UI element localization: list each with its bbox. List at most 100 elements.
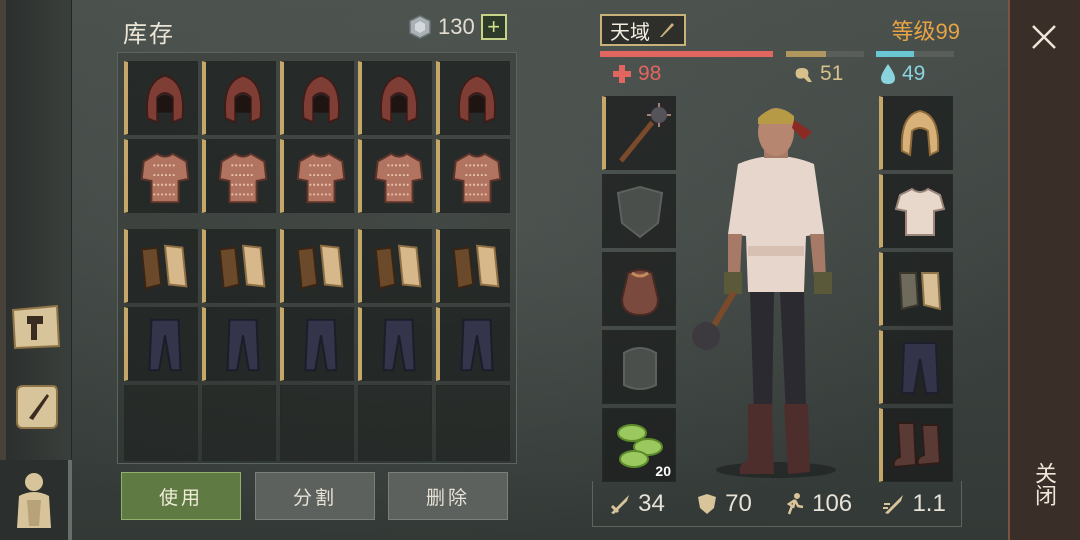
add-currency-button[interactable]: + — [480, 14, 507, 40]
crafting-tab[interactable] — [0, 292, 72, 362]
weapon-slot[interactable] — [602, 96, 676, 170]
delete-button[interactable]: 删除 — [388, 472, 508, 520]
armor-shield-icon — [698, 493, 717, 514]
attack-speed-value: 1.1 — [912, 489, 946, 517]
inventory-slot[interactable] — [436, 229, 510, 303]
empty-inventory-slot[interactable] — [124, 385, 198, 461]
inventory-slot[interactable] — [358, 229, 432, 303]
inventory-slot[interactable] — [358, 307, 432, 381]
inventory-slot[interactable] — [436, 307, 510, 381]
attack-speed-stat: 1.1 — [882, 489, 946, 518]
health-value: 98 — [638, 62, 662, 85]
food-bar-fill — [786, 51, 826, 57]
empty-inventory-slot[interactable] — [358, 385, 432, 461]
inventory-slot[interactable] — [202, 307, 276, 381]
close-label[interactable]: 关闭 — [1030, 462, 1060, 506]
inventory-slot[interactable] — [280, 61, 354, 135]
empty-inventory-slot[interactable] — [202, 385, 276, 461]
use-button[interactable]: 使用 — [121, 472, 241, 520]
attack-value: 34 — [638, 489, 665, 517]
character-model — [692, 108, 836, 478]
chainmail-shirt-icon — [218, 152, 268, 204]
water-stat: 49 — [880, 62, 925, 86]
inventory-slot[interactable] — [436, 61, 510, 135]
hood-icon — [900, 109, 940, 157]
hands-slot[interactable] — [879, 252, 953, 326]
character-name: 天域 — [610, 21, 650, 44]
currency-display: 130 + — [408, 14, 507, 40]
health-stat: 98 — [612, 62, 661, 86]
leather-gloves-icon — [218, 244, 266, 290]
close-panel[interactable] — [1008, 0, 1080, 540]
backpack-placeholder-icon — [623, 347, 657, 390]
legs-slot[interactable] — [879, 330, 953, 404]
gloves-icon — [898, 272, 942, 311]
food-bar — [786, 51, 864, 57]
attack-stat: 34 — [608, 490, 665, 518]
linen-shirt-icon — [894, 187, 946, 236]
water-bar — [876, 51, 954, 57]
health-cross-icon — [613, 65, 631, 83]
dark-pants-icon — [382, 318, 416, 372]
pouch-slot[interactable] — [602, 252, 676, 326]
inventory-slot[interactable] — [280, 307, 354, 381]
chest-slot[interactable] — [879, 174, 953, 248]
speed-value: 106 — [812, 489, 853, 517]
inventory-slot[interactable] — [124, 139, 198, 213]
inventory-slot[interactable] — [358, 61, 432, 135]
inventory-slot[interactable] — [202, 229, 276, 303]
head-slot[interactable] — [879, 96, 953, 170]
shield-slot[interactable] — [602, 174, 676, 248]
chainmail-shirt-icon — [452, 152, 502, 204]
hood-icon — [224, 74, 262, 124]
water-drop-icon — [881, 64, 895, 84]
leather-gloves-icon — [452, 244, 500, 290]
empty-inventory-slot[interactable] — [436, 385, 510, 461]
hood-icon — [458, 74, 496, 124]
inventory-slot[interactable] — [202, 139, 276, 213]
pouch-icon — [620, 269, 660, 317]
leather-gloves-icon — [140, 244, 188, 290]
hammer-map-icon — [11, 304, 61, 350]
inventory-slot[interactable] — [124, 307, 198, 381]
character-tab[interactable] — [0, 460, 72, 540]
leather-gloves-icon — [296, 244, 344, 290]
inventory-title: 库存 — [123, 21, 175, 48]
inventory-slot[interactable] — [124, 61, 198, 135]
dark-pants-icon — [226, 318, 260, 372]
inventory-slot[interactable] — [280, 229, 354, 303]
close-button[interactable] — [1008, 10, 1080, 64]
food-value: 51 — [820, 62, 844, 85]
character-name-box[interactable]: 天域 — [600, 14, 686, 46]
inventory-slot[interactable] — [436, 139, 510, 213]
inventory-slot[interactable] — [202, 61, 276, 135]
armor-value: 70 — [725, 489, 752, 517]
attack-speed-icon — [883, 494, 904, 514]
inventory-slot[interactable] — [358, 139, 432, 213]
food-count: 20 — [655, 463, 671, 479]
pants-icon — [900, 342, 940, 394]
food-slot[interactable]: 20 — [602, 408, 676, 482]
backpack-slot[interactable] — [602, 330, 676, 404]
inventory-slot[interactable] — [124, 229, 198, 303]
split-button[interactable]: 分割 — [255, 472, 375, 520]
chainmail-shirt-icon — [374, 152, 424, 204]
feet-slot[interactable] — [879, 408, 953, 482]
blueprints-tab[interactable] — [0, 372, 72, 442]
food-leg-icon — [795, 68, 812, 82]
water-bar-fill — [876, 51, 915, 57]
shield-placeholder-icon — [616, 185, 664, 239]
inventory-slot[interactable] — [280, 139, 354, 213]
dark-pants-icon — [460, 318, 494, 372]
water-value: 49 — [902, 62, 926, 85]
dark-pants-icon — [304, 318, 338, 372]
health-bar — [600, 51, 773, 57]
empty-inventory-slot[interactable] — [280, 385, 354, 461]
rail-edge — [0, 0, 6, 540]
hood-icon — [146, 74, 184, 124]
close-icon — [1032, 25, 1056, 49]
running-icon — [786, 492, 804, 514]
currency-amount: 130 — [438, 14, 475, 39]
combat-stats-bar: 34 70 106 1.1 — [592, 481, 962, 527]
edit-quill-icon — [660, 23, 674, 37]
